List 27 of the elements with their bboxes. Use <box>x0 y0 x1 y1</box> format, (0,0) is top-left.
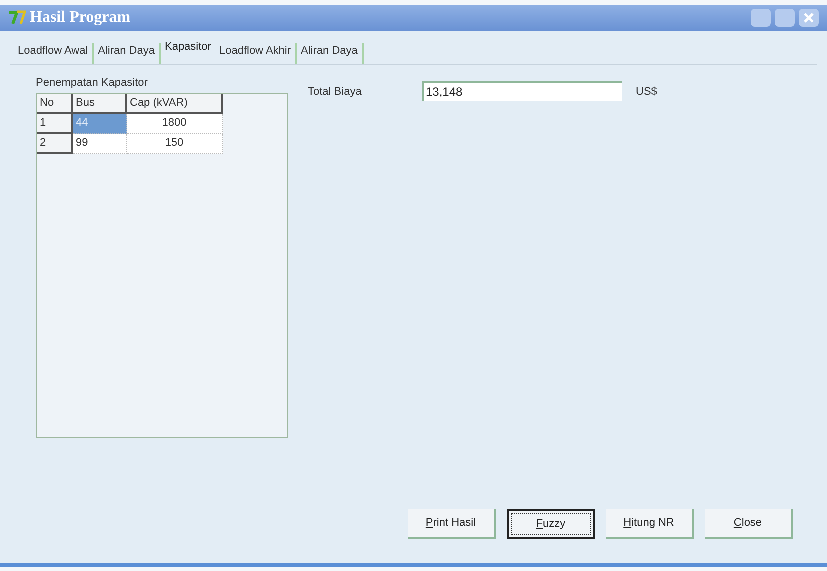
tab[interactable]: Loadflow Akhir <box>215 43 298 64</box>
close-button[interactable] <box>799 9 819 27</box>
app-icon <box>8 10 26 26</box>
dialog-button[interactable]: Hitung NR <box>606 509 694 539</box>
maximize-button[interactable] <box>775 9 795 27</box>
table-cell[interactable]: 1800 <box>127 114 223 134</box>
table-cell[interactable]: 2 <box>37 134 73 154</box>
minimize-button[interactable] <box>751 9 771 27</box>
tab[interactable]: Kapasitor <box>160 39 216 62</box>
tab[interactable]: Aliran Daya <box>94 43 161 64</box>
dialog-button[interactable]: Print Hasil <box>408 509 496 539</box>
table-cell[interactable]: 99 <box>73 134 127 154</box>
total-field[interactable]: 13,148 <box>422 80 622 100</box>
dialog-button[interactable]: Fuzzy <box>507 509 595 539</box>
column-header: Bus <box>73 94 127 114</box>
total-label: Total Biaya <box>308 84 363 100</box>
column-header: Cap (kVAR) <box>127 94 223 114</box>
table-cell[interactable]: 150 <box>127 134 223 154</box>
table-cell[interactable]: 1 <box>37 114 73 134</box>
close-icon <box>804 13 814 23</box>
window-title: Hasil Program <box>30 8 131 28</box>
dialog-button[interactable]: Close <box>705 509 793 539</box>
tab[interactable]: Aliran Daya <box>297 43 364 64</box>
unit-label: US$ <box>635 84 658 100</box>
column-header: No <box>37 94 73 114</box>
group-title: Penempatan Kapasitor <box>36 76 149 90</box>
tab[interactable]: Loadflow Awal <box>14 43 94 64</box>
